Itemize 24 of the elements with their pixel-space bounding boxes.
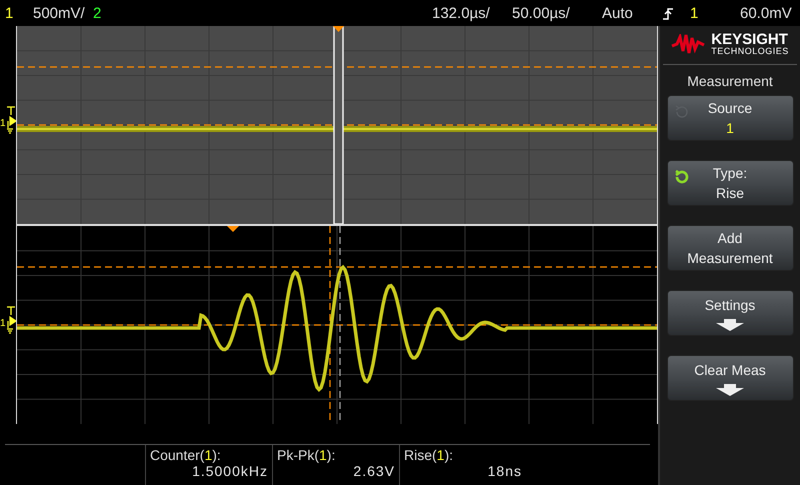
menu-title: Measurement	[687, 73, 773, 89]
channel-marker: 1	[0, 318, 6, 329]
vertical-scale: 500mV/	[33, 4, 86, 22]
channel-label: 2	[93, 4, 102, 22]
timebase-value: 50.00µs/	[512, 4, 571, 22]
measurement-value: 1.5000kHz	[192, 463, 269, 479]
softkey[interactable]: Source 1	[666, 95, 794, 141]
softkey[interactable]: Add Measurement	[666, 225, 794, 271]
measurement-label: Pk-Pk(1):	[277, 447, 336, 463]
softkey[interactable]: Settings	[666, 290, 794, 336]
softkey[interactable]: Clear Meas	[666, 355, 794, 401]
measurement-label: Rise(1):	[404, 447, 454, 463]
trigger-mode: Auto	[602, 4, 634, 22]
delay-value: 132.0µs/	[432, 4, 491, 22]
brand-name: KEYSIGHT	[711, 32, 789, 47]
channel-label: 1	[4, 4, 14, 22]
measurement-value: 2.63V	[353, 463, 396, 479]
trigger-source: 1	[690, 4, 700, 22]
brand-tagline: TECHNOLOGIES	[711, 47, 789, 56]
measurement-label: Counter(1):	[150, 447, 222, 463]
trigger-level: 60.0mV	[740, 4, 793, 22]
measurement-value: 18ns	[488, 463, 523, 479]
softkey[interactable]: Type: Rise	[666, 160, 794, 206]
channel-marker: 1	[0, 118, 6, 129]
